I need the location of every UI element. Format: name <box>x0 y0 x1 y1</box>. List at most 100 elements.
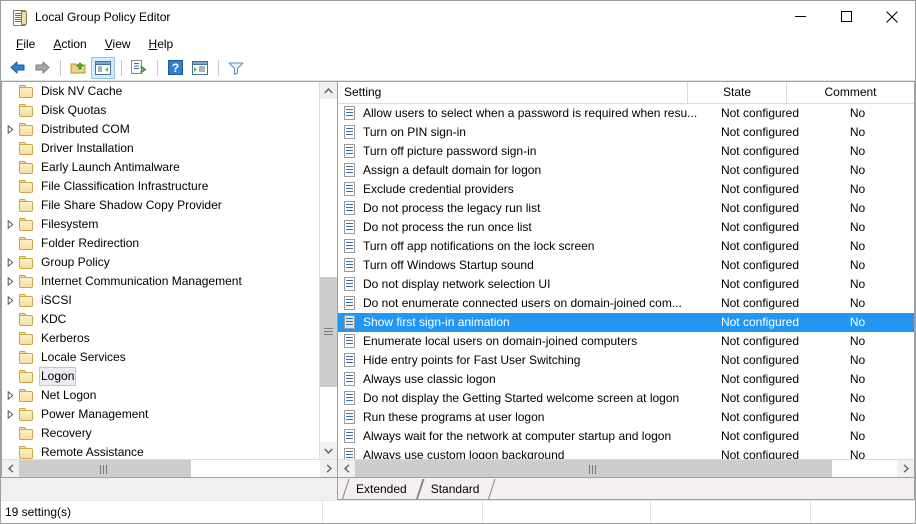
menu-item-action[interactable]: Action <box>44 34 95 54</box>
tree-item[interactable]: Group Policy <box>2 253 319 272</box>
folder-icon <box>18 446 34 460</box>
tree-item[interactable]: Net Logon <box>2 386 319 405</box>
maximize-button[interactable] <box>823 1 869 32</box>
tree-scroll-thumb[interactable] <box>320 277 337 387</box>
scroll-left-icon[interactable] <box>2 460 19 477</box>
cell-state: Not configured <box>703 332 817 351</box>
tree-hscroll-track[interactable] <box>19 460 320 477</box>
tree-item-label: File Share Shadow Copy Provider <box>39 196 224 215</box>
table-row[interactable]: Enumerate local users on domain-joined c… <box>338 332 914 351</box>
properties-icon[interactable] <box>188 57 212 79</box>
list-horizontal-scrollbar[interactable] <box>338 459 914 477</box>
scroll-down-icon[interactable] <box>320 442 337 459</box>
settings-list[interactable]: Allow users to select when a password is… <box>338 104 914 459</box>
forward-icon[interactable] <box>30 57 54 79</box>
table-row[interactable]: Assign a default domain for logonNot con… <box>338 161 914 180</box>
export-list-icon[interactable] <box>127 57 151 79</box>
policy-setting-icon <box>342 353 358 368</box>
chevron-right-icon[interactable] <box>2 120 18 139</box>
status-cell-5 <box>811 502 915 523</box>
chevron-right-icon[interactable] <box>2 215 18 234</box>
menu-item-view[interactable]: View <box>96 34 140 54</box>
table-row[interactable]: Hide entry points for Fast User Switchin… <box>338 351 914 370</box>
scroll-right-icon[interactable] <box>897 460 914 477</box>
list-hscroll-thumb[interactable] <box>355 460 832 477</box>
table-row[interactable]: Turn off picture password sign-inNot con… <box>338 142 914 161</box>
tree-item[interactable]: Filesystem <box>2 215 319 234</box>
table-row[interactable]: Allow users to select when a password is… <box>338 104 914 123</box>
table-row[interactable]: Do not process the run once listNot conf… <box>338 218 914 237</box>
tree-item[interactable]: Locale Services <box>2 348 319 367</box>
policy-setting-icon <box>342 239 358 254</box>
folder-icon <box>18 123 34 137</box>
tree-item[interactable]: Folder Redirection <box>2 234 319 253</box>
tree-item[interactable]: File Classification Infrastructure <box>2 177 319 196</box>
tree-item[interactable]: Kerberos <box>2 329 319 348</box>
tree-horizontal-scrollbar[interactable] <box>2 459 337 477</box>
menu-item-help[interactable]: Help <box>140 34 183 54</box>
tree-item[interactable]: Driver Installation <box>2 139 319 158</box>
tree-item[interactable]: KDC <box>2 310 319 329</box>
tree-vertical-scrollbar[interactable] <box>319 82 337 459</box>
chevron-right-icon[interactable] <box>2 291 18 310</box>
table-row-selected[interactable]: Show first sign-in animationNot configur… <box>338 313 914 332</box>
tab-standard[interactable]: Standard <box>417 479 490 499</box>
tree-item[interactable]: Internet Communication Management <box>2 272 319 291</box>
table-row[interactable]: Turn off Windows Startup soundNot config… <box>338 256 914 275</box>
table-row[interactable]: Run these programs at user logonNot conf… <box>338 408 914 427</box>
close-button[interactable] <box>869 1 915 32</box>
list-hscroll-track[interactable] <box>355 460 897 477</box>
back-icon[interactable] <box>5 57 29 79</box>
menu-item-file[interactable]: File <box>7 34 44 54</box>
tree-arrow-spacer <box>2 329 18 348</box>
tree-item[interactable]: Logon <box>2 367 319 386</box>
tree-scroll-track[interactable] <box>320 99 337 442</box>
table-row[interactable]: Do not process the legacy run listNot co… <box>338 199 914 218</box>
column-header-setting[interactable]: Setting <box>338 82 688 103</box>
tree-item-label: KDC <box>39 310 68 329</box>
tree-item[interactable]: Remote Assistance <box>2 443 319 459</box>
cell-state: Not configured <box>703 218 817 237</box>
tab-extended[interactable]: Extended <box>342 479 417 499</box>
show-hide-console-tree-icon[interactable] <box>91 57 115 79</box>
scroll-up-icon[interactable] <box>320 82 337 99</box>
cell-setting: Do not enumerate connected users on doma… <box>363 294 703 313</box>
tree-item-label: Filesystem <box>39 215 100 234</box>
folder-icon <box>18 85 34 99</box>
table-row[interactable]: Always wait for the network at computer … <box>338 427 914 446</box>
column-header-comment[interactable]: Comment <box>787 82 914 103</box>
table-row[interactable]: Always use classic logonNot configuredNo <box>338 370 914 389</box>
table-row[interactable]: Do not display network selection UINot c… <box>338 275 914 294</box>
scroll-left-icon[interactable] <box>338 460 355 477</box>
filter-icon[interactable] <box>224 57 248 79</box>
tree-item[interactable]: Power Management <box>2 405 319 424</box>
scroll-right-icon[interactable] <box>320 460 337 477</box>
tree-item[interactable]: File Share Shadow Copy Provider <box>2 196 319 215</box>
chevron-right-icon[interactable] <box>2 386 18 405</box>
chevron-right-icon[interactable] <box>2 405 18 424</box>
tree-arrow-spacer <box>2 101 18 120</box>
tree-hscroll-thumb[interactable] <box>19 460 191 477</box>
tree-item[interactable]: Disk Quotas <box>2 101 319 120</box>
up-one-level-icon[interactable] <box>66 57 90 79</box>
help-icon[interactable]: ? <box>163 57 187 79</box>
table-row[interactable]: Exclude credential providersNot configur… <box>338 180 914 199</box>
tree-item[interactable]: Disk NV Cache <box>2 82 319 101</box>
tree-item[interactable]: Recovery <box>2 424 319 443</box>
table-row[interactable]: Do not enumerate connected users on doma… <box>338 294 914 313</box>
minimize-button[interactable] <box>777 1 823 32</box>
chevron-right-icon[interactable] <box>2 253 18 272</box>
tree-item[interactable]: iSCSI <box>2 291 319 310</box>
tree-item[interactable]: Early Launch Antimalware <box>2 158 319 177</box>
console-tree[interactable]: Disk NV CacheDisk QuotasDistributed COMD… <box>2 82 319 459</box>
column-header-state[interactable]: State <box>688 82 787 103</box>
cell-setting: Turn off Windows Startup sound <box>363 256 703 275</box>
tree-item[interactable]: Distributed COM <box>2 120 319 139</box>
folder-icon <box>18 294 34 308</box>
table-row[interactable]: Do not display the Getting Started welco… <box>338 389 914 408</box>
chevron-right-icon[interactable] <box>2 272 18 291</box>
cell-comment: No <box>817 351 914 370</box>
table-row[interactable]: Always use custom logon backgroundNot co… <box>338 446 914 459</box>
table-row[interactable]: Turn off app notifications on the lock s… <box>338 237 914 256</box>
table-row[interactable]: Turn on PIN sign-inNot configuredNo <box>338 123 914 142</box>
